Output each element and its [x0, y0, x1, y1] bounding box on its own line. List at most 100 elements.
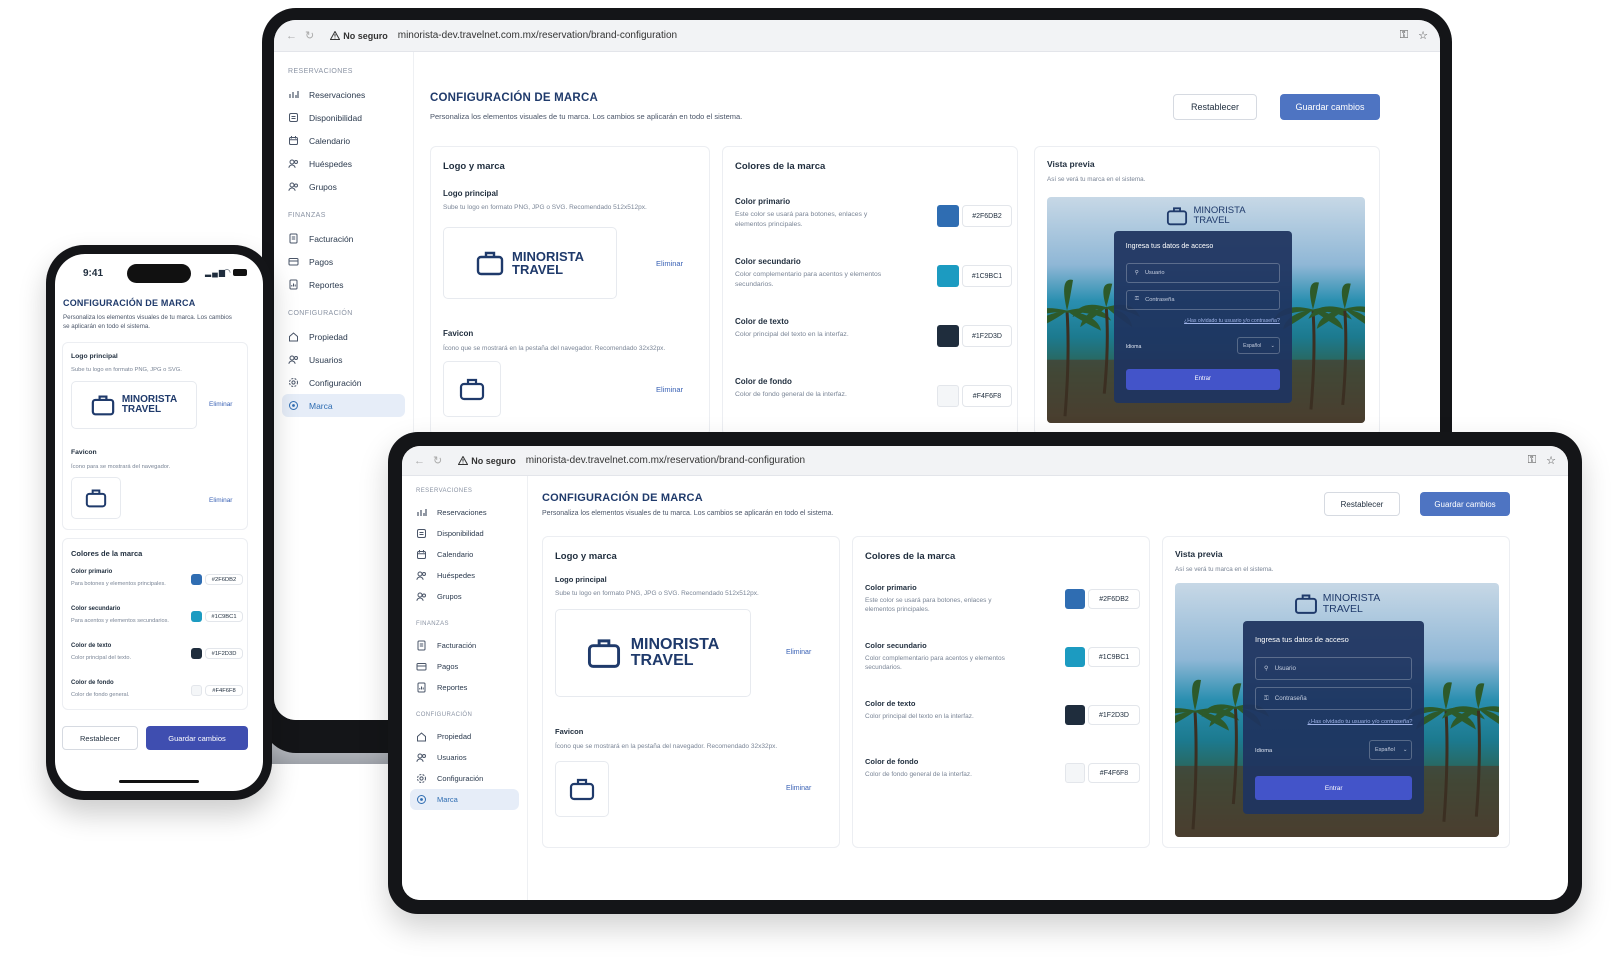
language-select[interactable]: Español ⌄ [1237, 337, 1280, 355]
sidebar-item-disponibilidad[interactable]: Disponibilidad [282, 106, 405, 129]
language-select[interactable]: Español ⌄ [1368, 740, 1413, 760]
star-icon[interactable]: ☆ [1418, 29, 1428, 42]
browser-bar: ← ↻ No seguro minorista-dev.travelnet.co… [274, 20, 1440, 52]
sidebar-item-huespedes[interactable]: Huéspedes [282, 152, 405, 175]
delete-logo-link[interactable]: Eliminar [656, 259, 683, 268]
favicon-upload[interactable] [555, 761, 609, 817]
pagos-icon [288, 258, 299, 266]
color-swatch[interactable] [937, 325, 959, 347]
sidebar-item-reportes[interactable]: Reportes [282, 273, 405, 296]
color-name: Color de texto [71, 643, 112, 649]
enter-button[interactable]: Entrar [1125, 368, 1280, 391]
reset-button[interactable]: Restablecer [1173, 94, 1257, 120]
color-hex-input[interactable]: #1C9BC1 [1088, 647, 1140, 667]
username-input[interactable]: ⚲ Usuario [1255, 656, 1413, 680]
save-button[interactable]: Guardar cambios [1420, 492, 1510, 516]
color-swatch[interactable] [191, 611, 202, 622]
key-icon[interactable]: ⚿ [1400, 29, 1408, 42]
color-swatch[interactable] [191, 648, 202, 659]
delete-favicon-link[interactable]: Eliminar [786, 785, 811, 792]
color-hex-input[interactable]: #F4F6F8 [205, 685, 243, 696]
reload-icon[interactable]: ↻ [305, 29, 314, 42]
facturacion-icon [289, 233, 298, 244]
color-hex-input[interactable]: #1C9BC1 [205, 611, 243, 622]
back-icon[interactable]: ← [286, 30, 297, 42]
color-hex-input[interactable]: #F4F6F8 [962, 385, 1012, 407]
color-swatch[interactable] [191, 574, 202, 585]
delete-favicon-link[interactable]: Eliminar [209, 497, 232, 504]
color-swatch[interactable] [937, 205, 959, 227]
color-hex-input[interactable]: #1F2D3D [1088, 705, 1140, 725]
sidebar-item-reservaciones[interactable]: Reservaciones [282, 83, 405, 106]
sidebar-item-grupos[interactable]: Grupos [282, 175, 405, 198]
color-hex-input[interactable]: #2F6DB2 [205, 574, 243, 585]
sidebar-item-label: Configuración [309, 377, 362, 388]
color-hex-input[interactable]: #1F2D3D [962, 325, 1012, 347]
reset-button[interactable]: Restablecer [1324, 492, 1400, 516]
delete-logo-link[interactable]: Eliminar [786, 649, 811, 656]
sidebar-item-usuarios[interactable]: Usuarios [282, 348, 405, 371]
color-hex-input[interactable]: #2F6DB2 [1088, 589, 1140, 609]
color-swatch[interactable] [191, 685, 202, 696]
sidebar-item-configuracion[interactable]: Configuración [410, 768, 519, 789]
color-swatch[interactable] [1065, 589, 1085, 609]
address-bar[interactable]: minorista-dev.travelnet.com.mx/reservati… [398, 30, 1390, 41]
suitcase-icon [91, 395, 115, 416]
main-logo-upload[interactable]: MINORISTA TRAVEL [443, 227, 617, 299]
color-swatch[interactable] [937, 265, 959, 287]
color-swatch[interactable] [1065, 763, 1085, 783]
delete-logo-link[interactable]: Eliminar [209, 401, 232, 408]
address-bar[interactable]: minorista-dev.travelnet.com.mx/reservati… [526, 455, 1518, 466]
sidebar-item-calendario[interactable]: Calendario [282, 129, 405, 152]
username-input[interactable]: ⚲ Usuario [1125, 262, 1280, 283]
sidebar-item-reservaciones[interactable]: Reservaciones [410, 502, 519, 523]
sidebar-item-facturacion[interactable]: Facturación [410, 635, 519, 656]
sidebar-item-pagos[interactable]: Pagos [410, 656, 519, 677]
huespedes-icon [416, 571, 426, 580]
favicon-upload[interactable] [443, 361, 501, 417]
preview-image: MINORISTA TRAVEL Ingresa tus datos de acce… [1175, 583, 1499, 837]
sidebar-item-huespedes[interactable]: Huéspedes [410, 565, 519, 586]
sidebar-item-pagos[interactable]: Pagos [282, 250, 405, 273]
logo-card-title: Logo y marca [443, 161, 505, 172]
not-secure-badge[interactable]: No seguro [458, 456, 516, 466]
sidebar-item-propiedad[interactable]: Propiedad [282, 325, 405, 348]
forgot-link[interactable]: ¿Has olvidado tu usuario y/o contraseña? [1308, 719, 1413, 725]
password-input[interactable]: ⚿ Contraseña [1125, 289, 1280, 310]
color-hex-input[interactable]: #2F6DB2 [962, 205, 1012, 227]
sidebar-item-grupos[interactable]: Grupos [410, 586, 519, 607]
color-hex-input[interactable]: #1F2D3D [205, 648, 243, 659]
not-secure-badge[interactable]: No seguro [330, 31, 388, 41]
reload-icon[interactable]: ↻ [433, 454, 442, 467]
star-icon[interactable]: ☆ [1546, 454, 1556, 467]
pagos-icon [416, 663, 427, 671]
enter-button[interactable]: Entrar [1255, 776, 1413, 801]
color-swatch[interactable] [937, 385, 959, 407]
color-swatch[interactable] [1065, 705, 1085, 725]
sidebar-item-disponibilidad[interactable]: Disponibilidad [410, 523, 519, 544]
sidebar-item-calendario[interactable]: Calendario [410, 544, 519, 565]
color-hex-input[interactable]: #1C9BC1 [962, 265, 1012, 287]
main-logo-upload[interactable]: MINORISTA TRAVEL [555, 609, 751, 697]
color-hex-input[interactable]: #F4F6F8 [1088, 763, 1140, 783]
favicon-upload[interactable] [71, 477, 121, 519]
forgot-link[interactable]: ¿Has olvidado tu usuario y/o contraseña? [1184, 318, 1280, 324]
save-button[interactable]: Guardar cambios [146, 726, 248, 750]
delete-favicon-link[interactable]: Eliminar [656, 385, 683, 394]
password-input[interactable]: ⚿ Contraseña [1255, 687, 1413, 710]
sidebar-item-propiedad[interactable]: Propiedad [410, 726, 519, 747]
sidebar-item-facturacion[interactable]: Facturación [282, 227, 405, 250]
sidebar-item-marca[interactable]: Marca [410, 789, 519, 810]
sidebar-item-usuarios[interactable]: Usuarios [410, 747, 519, 768]
back-icon[interactable]: ← [414, 455, 425, 467]
sidebar-item-reportes[interactable]: Reportes [410, 677, 519, 698]
reset-button[interactable]: Restablecer [62, 726, 138, 750]
save-button[interactable]: Guardar cambios [1280, 94, 1380, 120]
sidebar-item-marca[interactable]: Marca [282, 394, 405, 417]
suitcase-icon [476, 251, 504, 276]
main-logo-upload[interactable]: MINORISTA TRAVEL [71, 381, 197, 429]
color-swatch[interactable] [1065, 647, 1085, 667]
sidebar-item-label: Grupos [437, 592, 462, 601]
sidebar-item-configuracion[interactable]: Configuración [282, 371, 405, 394]
key-icon[interactable]: ⚿ [1528, 454, 1536, 467]
